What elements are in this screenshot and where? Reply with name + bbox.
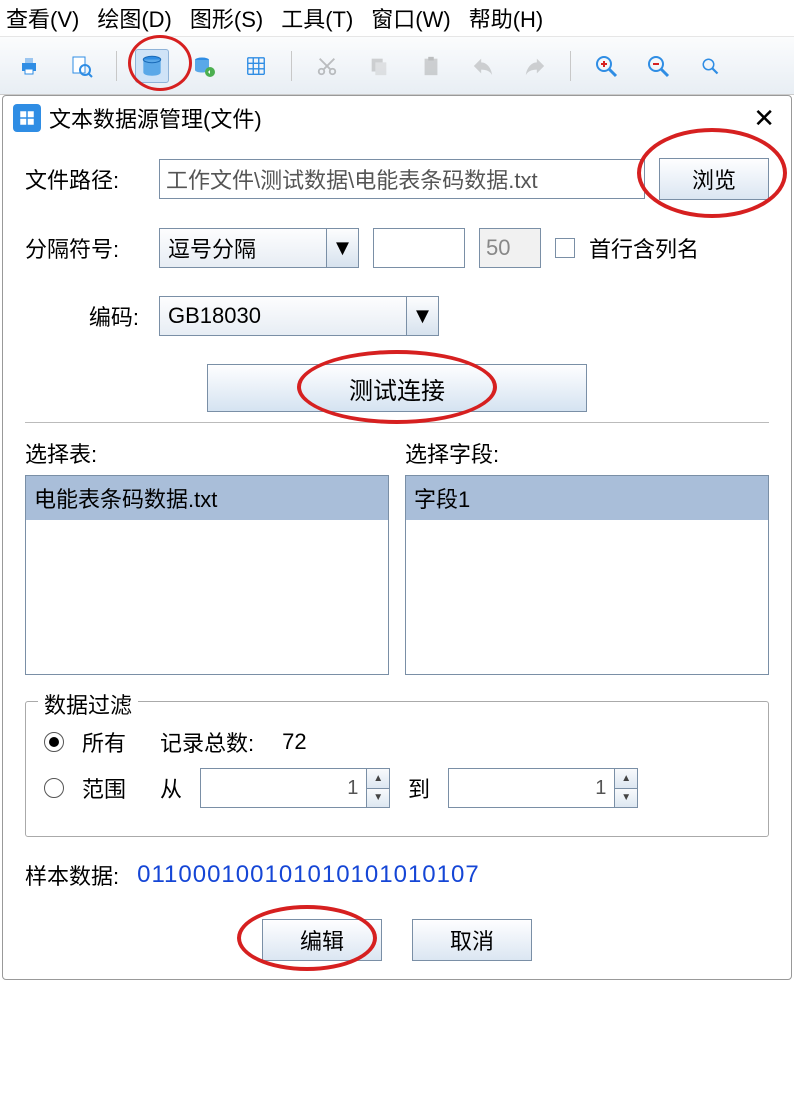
zoom-in-icon[interactable]	[589, 49, 623, 83]
menu-shape[interactable]: 图形(S)	[190, 2, 263, 34]
browse-button[interactable]: 浏览	[659, 158, 769, 200]
delimiter-select[interactable]: 逗号分隔 ▼	[159, 228, 359, 268]
divider	[25, 422, 769, 423]
spin-up-icon[interactable]: ▲	[367, 769, 389, 789]
filepath-input[interactable]	[159, 159, 645, 199]
database-icon[interactable]	[135, 49, 169, 83]
row-test: 测试连接	[25, 364, 769, 412]
radio-all-label: 所有	[82, 726, 142, 758]
col-fields: 选择字段: 字段1	[405, 437, 769, 675]
print-preview-icon[interactable]	[64, 49, 98, 83]
copy-icon	[362, 49, 396, 83]
delimiter-custom-input[interactable]	[373, 228, 465, 268]
encoding-label: 编码:	[25, 300, 145, 332]
menu-view[interactable]: 查看(V)	[6, 2, 79, 34]
sample-label: 样本数据:	[25, 859, 119, 891]
cut-icon	[310, 49, 344, 83]
menu-window[interactable]: 窗口(W)	[371, 2, 450, 34]
radio-range-label: 范围	[82, 772, 142, 804]
radio-all[interactable]	[44, 732, 64, 752]
edit-button[interactable]: 编辑	[262, 919, 382, 961]
to-spinner[interactable]: ▲▼	[448, 768, 638, 808]
toolbar	[0, 37, 794, 95]
menu-draw[interactable]: 绘图(D)	[97, 2, 172, 34]
database-refresh-icon[interactable]	[187, 49, 221, 83]
dialog: 文本数据源管理(文件) ✕ 文件路径: 浏览 分隔符号: 逗号分隔 ▼ 首行含列…	[2, 95, 792, 980]
spin-down-icon[interactable]: ▼	[367, 789, 389, 808]
dialog-titlebar: 文本数据源管理(文件) ✕	[3, 96, 791, 140]
select-table-label: 选择表:	[25, 437, 389, 469]
from-input[interactable]	[201, 769, 366, 807]
header-checkbox-label: 首行含列名	[589, 232, 699, 264]
redo-icon	[518, 49, 552, 83]
col-tables: 选择表: 电能表条码数据.txt	[25, 437, 389, 675]
grid-icon[interactable]	[239, 49, 273, 83]
list-item[interactable]: 字段1	[406, 476, 768, 520]
record-count-label: 记录总数:	[160, 726, 254, 758]
paste-icon	[414, 49, 448, 83]
delimiter-label: 分隔符号:	[25, 232, 145, 264]
field-listbox[interactable]: 字段1	[405, 475, 769, 675]
sample-value: 011000100101010101010107	[137, 861, 480, 889]
cancel-button[interactable]: 取消	[412, 919, 532, 961]
test-connection-button[interactable]: 测试连接	[207, 364, 587, 412]
dialog-title: 文本数据源管理(文件)	[49, 102, 262, 134]
to-label: 到	[408, 772, 430, 804]
delimiter-width-input	[479, 228, 541, 268]
radio-range[interactable]	[44, 778, 64, 798]
menubar: 查看(V) 绘图(D) 图形(S) 工具(T) 窗口(W) 帮助(H)	[0, 0, 794, 37]
toolbar-separator	[570, 51, 571, 81]
row-encoding: 编码: GB18030 ▼	[25, 296, 769, 336]
filter-group: 数据过滤 所有 记录总数: 72 范围 从 ▲▼ 到 ▲▼	[25, 701, 769, 837]
chevron-down-icon: ▼	[406, 297, 438, 335]
row-filter-all: 所有 记录总数: 72	[44, 726, 750, 758]
menu-tool[interactable]: 工具(T)	[281, 2, 353, 34]
from-spinner[interactable]: ▲▼	[200, 768, 390, 808]
record-count-value: 72	[282, 729, 306, 755]
zoom-out-icon[interactable]	[641, 49, 675, 83]
dialog-buttons: 编辑 取消	[25, 919, 769, 961]
close-button[interactable]: ✕	[747, 103, 781, 134]
filter-legend: 数据过滤	[38, 688, 138, 720]
chevron-down-icon: ▼	[326, 229, 358, 267]
encoding-selected: GB18030	[168, 303, 261, 329]
select-field-label: 选择字段:	[405, 437, 769, 469]
toolbar-separator	[291, 51, 292, 81]
undo-icon	[466, 49, 500, 83]
row-delimiter: 分隔符号: 逗号分隔 ▼ 首行含列名	[25, 228, 769, 268]
spin-down-icon[interactable]: ▼	[615, 789, 637, 808]
app-icon	[13, 104, 41, 132]
print-icon[interactable]	[12, 49, 46, 83]
header-checkbox[interactable]	[555, 238, 575, 258]
zoom-extra-icon[interactable]	[693, 49, 727, 83]
table-listbox[interactable]: 电能表条码数据.txt	[25, 475, 389, 675]
row-sample: 样本数据: 011000100101010101010107	[25, 859, 769, 891]
encoding-select[interactable]: GB18030 ▼	[159, 296, 439, 336]
row-lists: 选择表: 电能表条码数据.txt 选择字段: 字段1	[25, 437, 769, 675]
row-filepath: 文件路径: 浏览	[25, 158, 769, 200]
delimiter-selected: 逗号分隔	[168, 232, 256, 264]
dialog-body: 文件路径: 浏览 分隔符号: 逗号分隔 ▼ 首行含列名 编码: GB18030 …	[3, 140, 791, 967]
from-label: 从	[160, 772, 182, 804]
toolbar-separator	[116, 51, 117, 81]
menu-help[interactable]: 帮助(H)	[469, 2, 544, 34]
spin-up-icon[interactable]: ▲	[615, 769, 637, 789]
list-item[interactable]: 电能表条码数据.txt	[26, 476, 388, 520]
row-filter-range: 范围 从 ▲▼ 到 ▲▼	[44, 768, 750, 808]
filepath-label: 文件路径:	[25, 163, 145, 195]
to-input[interactable]	[449, 769, 614, 807]
